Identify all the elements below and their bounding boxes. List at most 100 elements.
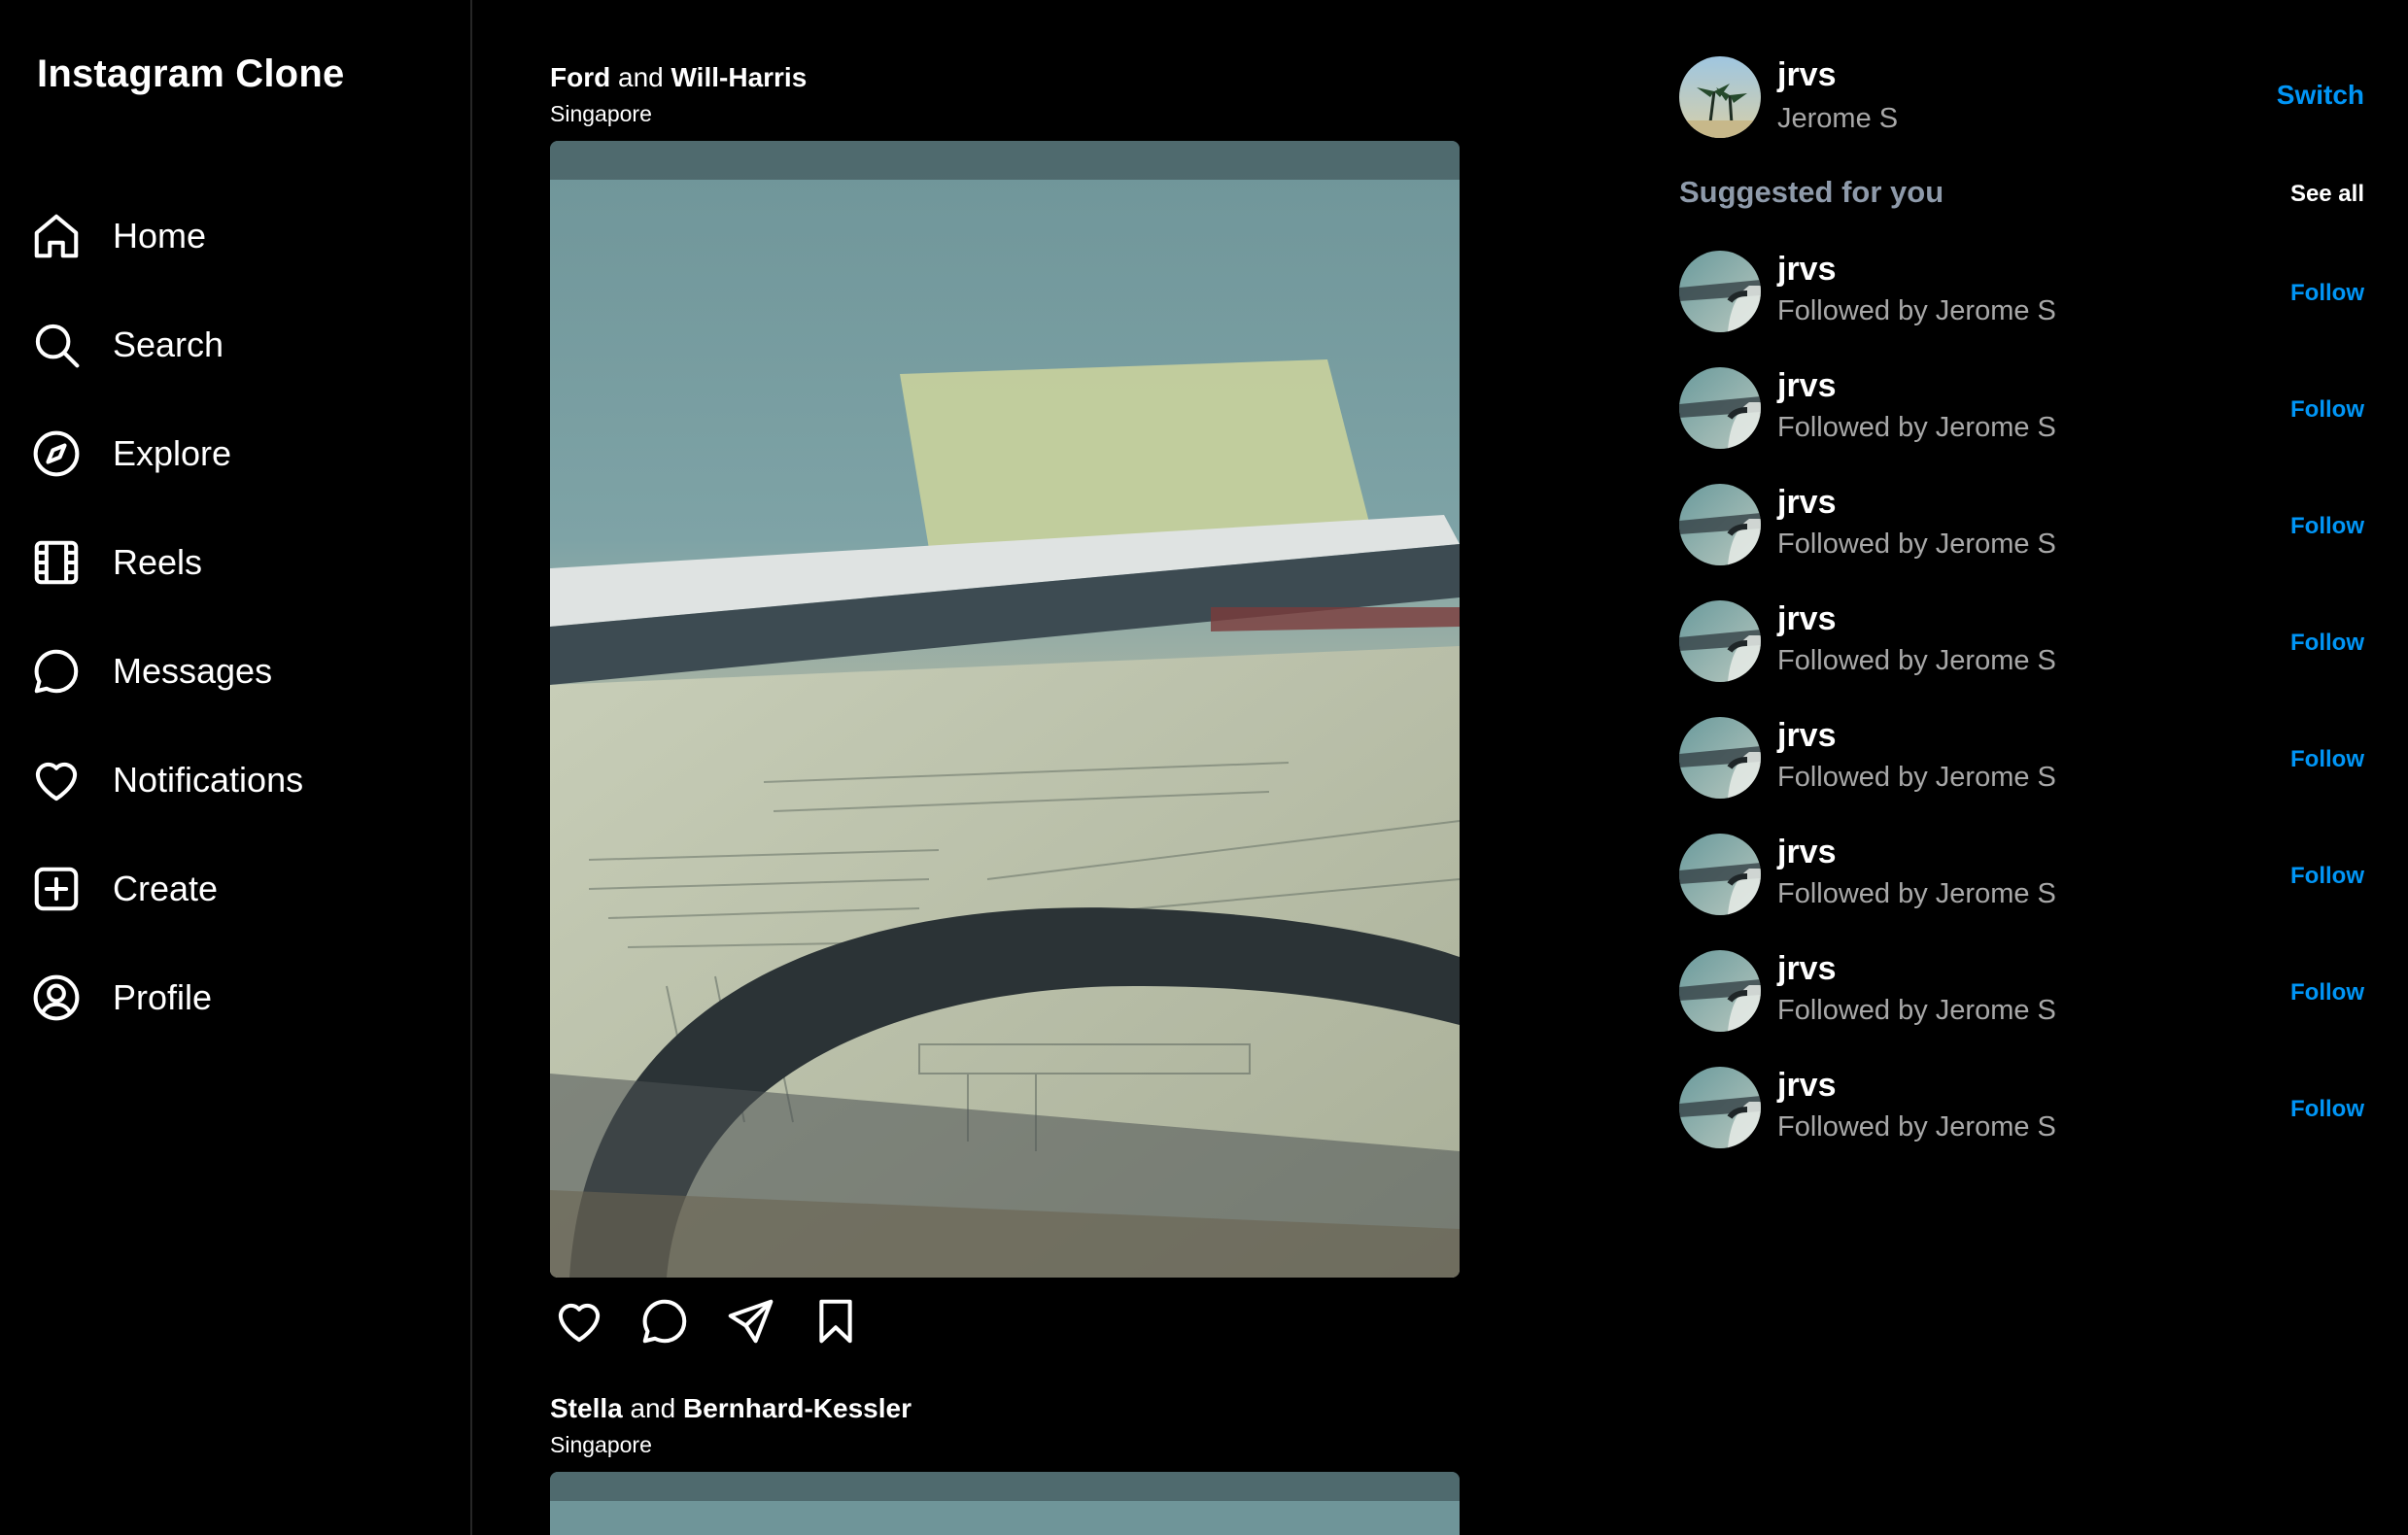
post-title: Stella and Bernhard-Kessler: [550, 1393, 912, 1424]
sidebar-item-reels[interactable]: Reels: [29, 527, 437, 598]
suggestion-username[interactable]: jrvs: [1777, 1067, 1837, 1105]
suggestion-subtitle: Followed by Jerome S: [1777, 645, 2056, 676]
plus-square-icon: [29, 862, 84, 916]
suggestions-header: Suggested for you See all: [1679, 175, 2364, 214]
suggestion-username[interactable]: jrvs: [1777, 717, 1837, 755]
sidebar: Instagram Clone Home Search Explore Reel…: [0, 0, 472, 1535]
sidebar-item-search[interactable]: Search: [29, 309, 437, 381]
suggestion-subtitle: Followed by Jerome S: [1777, 762, 2056, 793]
comment-button[interactable]: [636, 1292, 694, 1350]
sidebar-item-label: Create: [113, 869, 219, 908]
post-and-text: and: [630, 1393, 676, 1423]
suggestion-subtitle: Followed by Jerome S: [1777, 412, 2056, 443]
suggestion-subtitle: Followed by Jerome S: [1777, 529, 2056, 560]
suggestion-item: jrvs Followed by Jerome S Follow: [1679, 251, 2364, 334]
post-coauthor[interactable]: Will-Harris: [671, 62, 808, 92]
avatar[interactable]: [1679, 717, 1761, 799]
suggestion-item: jrvs Followed by Jerome S Follow: [1679, 600, 2364, 684]
chat-icon: [29, 644, 84, 699]
post-header: Stella and Bernhard-Kessler Singapore: [550, 1393, 912, 1458]
post-and-text: and: [618, 62, 664, 92]
follow-button[interactable]: Follow: [2290, 630, 2364, 657]
sidebar-item-profile[interactable]: Profile: [29, 962, 437, 1034]
suggestion-item: jrvs Followed by Jerome S Follow: [1679, 950, 2364, 1034]
sidebar-item-explore[interactable]: Explore: [29, 418, 437, 490]
sidebar-item-label: Home: [113, 216, 207, 256]
feed: Ford and Will-Harris Singapore Stella an…: [550, 0, 1463, 1535]
follow-button[interactable]: Follow: [2290, 979, 2364, 1006]
avatar[interactable]: [1679, 484, 1761, 565]
avatar[interactable]: [1679, 367, 1761, 449]
share-button[interactable]: [721, 1292, 779, 1350]
post-coauthor[interactable]: Bernhard-Kessler: [683, 1393, 912, 1423]
suggestion-subtitle: Followed by Jerome S: [1777, 878, 2056, 909]
sidebar-item-home[interactable]: Home: [29, 200, 437, 272]
search-icon: [29, 318, 84, 372]
post-image[interactable]: [550, 1472, 1460, 1535]
sidebar-item-label: Reels: [113, 542, 203, 582]
suggestion-subtitle: Followed by Jerome S: [1777, 995, 2056, 1026]
app-window: Instagram Clone Home Search Explore Reel…: [0, 0, 2408, 1535]
bookmark-button[interactable]: [807, 1292, 865, 1350]
post-author[interactable]: Ford: [550, 62, 610, 92]
avatar[interactable]: [1679, 950, 1761, 1032]
suggestions-title: Suggested for you: [1679, 175, 1944, 209]
suggestion-username[interactable]: jrvs: [1777, 834, 1837, 871]
sidebar-item-label: Profile: [113, 977, 213, 1017]
share-icon: [728, 1299, 774, 1344]
post-title: Ford and Will-Harris: [550, 62, 807, 93]
see-all-button[interactable]: See all: [2290, 181, 2364, 208]
avatar[interactable]: [1679, 251, 1761, 332]
sidebar-item-label: Search: [113, 324, 224, 364]
switch-account-button[interactable]: Switch: [2277, 80, 2364, 111]
sidebar-item-create[interactable]: Create: [29, 853, 437, 925]
user-circle-icon: [29, 971, 84, 1025]
avatar[interactable]: [1679, 56, 1761, 138]
avatar[interactable]: [1679, 600, 1761, 682]
sidebar-item-label: Explore: [113, 433, 232, 473]
suggestion-username[interactable]: jrvs: [1777, 950, 1837, 988]
avatar[interactable]: [1679, 834, 1761, 915]
suggestion-item: jrvs Followed by Jerome S Follow: [1679, 1067, 2364, 1150]
follow-button[interactable]: Follow: [2290, 280, 2364, 307]
post-actions: [550, 1292, 892, 1350]
sidebar-item-label: Notifications: [113, 760, 304, 800]
current-user-fullname: Jerome S: [1777, 103, 1899, 134]
post-location: Singapore: [550, 101, 652, 126]
suggestion-username[interactable]: jrvs: [1777, 484, 1837, 522]
follow-button[interactable]: Follow: [2290, 746, 2364, 773]
post-image[interactable]: [550, 141, 1460, 1278]
film-icon: [29, 535, 84, 590]
follow-button[interactable]: Follow: [2290, 863, 2364, 890]
like-button[interactable]: [550, 1292, 608, 1350]
suggestion-item: jrvs Followed by Jerome S Follow: [1679, 834, 2364, 917]
right-column: jrvs Jerome S Switch Suggested for you S…: [1679, 0, 2369, 1535]
follow-button[interactable]: Follow: [2290, 396, 2364, 424]
heart-icon: [29, 753, 84, 807]
suggestion-subtitle: Followed by Jerome S: [1777, 1111, 2056, 1143]
suggestion-item: jrvs Followed by Jerome S Follow: [1679, 717, 2364, 801]
comment-icon: [642, 1299, 687, 1344]
app-logo-title[interactable]: Instagram Clone: [37, 52, 344, 96]
suggestion-item: jrvs Followed by Jerome S Follow: [1679, 367, 2364, 451]
suggestion-username[interactable]: jrvs: [1777, 251, 1837, 289]
sidebar-item-label: Messages: [113, 651, 273, 691]
suggestion-username[interactable]: jrvs: [1777, 600, 1837, 638]
post-header: Ford and Will-Harris Singapore: [550, 62, 807, 127]
avatar[interactable]: [1679, 1067, 1761, 1148]
current-user-username[interactable]: jrvs: [1777, 56, 1837, 94]
follow-button[interactable]: Follow: [2290, 513, 2364, 540]
suggestion-username[interactable]: jrvs: [1777, 367, 1837, 405]
bookmark-icon: [819, 1299, 852, 1344]
home-icon: [29, 209, 84, 263]
sidebar-item-notifications[interactable]: Notifications: [29, 744, 437, 816]
suggestion-item: jrvs Followed by Jerome S Follow: [1679, 484, 2364, 567]
post-location: Singapore: [550, 1432, 652, 1457]
heart-icon: [558, 1303, 601, 1343]
suggestion-subtitle: Followed by Jerome S: [1777, 295, 2056, 326]
sidebar-item-messages[interactable]: Messages: [29, 635, 437, 707]
current-user-row: jrvs Jerome S Switch: [1679, 56, 2364, 140]
compass-icon: [29, 426, 84, 481]
post-author[interactable]: Stella: [550, 1393, 623, 1423]
follow-button[interactable]: Follow: [2290, 1096, 2364, 1123]
